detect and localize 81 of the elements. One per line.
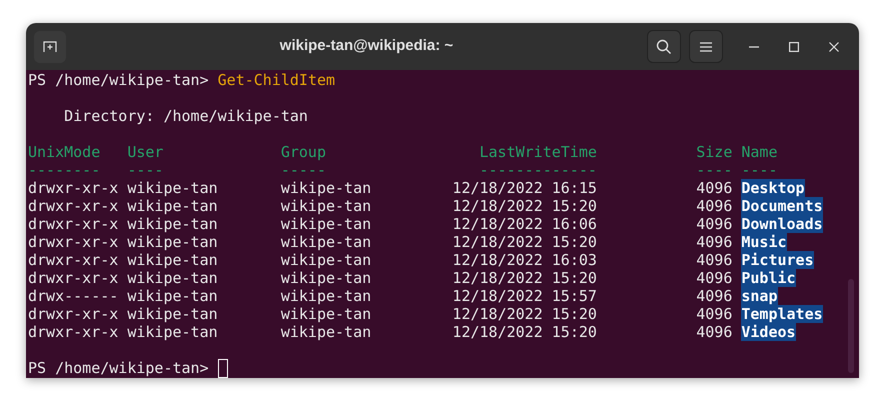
- table-cell: wikipe-tan: [127, 305, 218, 323]
- table-cell: wikipe-tan: [127, 215, 218, 233]
- table-cell: 4096: [696, 305, 732, 323]
- directory-name: Templates: [741, 305, 823, 323]
- column-header: UnixMode: [28, 143, 100, 161]
- table-cell: wikipe-tan: [127, 233, 218, 251]
- table-cell: drwxr-xr-x: [28, 197, 118, 215]
- table-cell: wikipe-tan: [280, 197, 372, 215]
- prompt: PS /home/wikipe-tan>: [28, 359, 209, 377]
- directory-name: Documents: [741, 197, 823, 215]
- table-cell: 12/18/2022 15:20: [452, 197, 597, 215]
- table-cell: wikipe-tan: [280, 215, 372, 233]
- directory-name: Public: [741, 269, 796, 287]
- directory-name: Downloads: [741, 215, 823, 233]
- table-cell: drwxr-xr-x: [28, 305, 118, 323]
- directory-line: Directory: /home/wikipe-tan: [64, 107, 308, 125]
- table-cell: wikipe-tan: [127, 251, 218, 269]
- table-cell: 12/18/2022 15:20: [452, 233, 597, 251]
- column-header: Size: [696, 143, 732, 161]
- table-cell: wikipe-tan: [280, 179, 372, 197]
- table-cell: drwxr-xr-x: [28, 215, 118, 233]
- table-cell: wikipe-tan: [127, 197, 218, 215]
- column-underline: ----: [696, 161, 732, 179]
- table-cell: drwx------: [28, 287, 118, 305]
- new-tab-icon: [43, 40, 57, 52]
- column-header: Name: [741, 143, 778, 161]
- table-cell: 12/18/2022 15:20: [452, 323, 597, 341]
- column-header: Group: [280, 143, 326, 161]
- table-cell: wikipe-tan: [127, 269, 218, 287]
- table-cell: wikipe-tan: [280, 269, 372, 287]
- column-underline: -----: [280, 161, 326, 179]
- table-cell: 12/18/2022 16:06: [452, 215, 597, 233]
- menu-button[interactable]: [689, 30, 723, 63]
- table-cell: 12/18/2022 16:03: [452, 251, 597, 269]
- table-cell: 4096: [696, 287, 732, 305]
- new-tab-button[interactable]: [34, 30, 66, 62]
- table-cell: wikipe-tan: [280, 305, 372, 323]
- table-cell: drwxr-xr-x: [28, 179, 118, 197]
- column-underline: ----: [127, 161, 164, 179]
- column-underline: -------------: [480, 161, 597, 179]
- cursor: [218, 358, 228, 378]
- table-cell: wikipe-tan: [280, 287, 372, 305]
- table-cell: 4096: [696, 215, 732, 233]
- table-cell: drwxr-xr-x: [28, 323, 118, 341]
- column-underline: --------: [28, 161, 100, 179]
- table-cell: 4096: [696, 269, 732, 287]
- prompt: PS /home/wikipe-tan>: [28, 71, 209, 89]
- directory-name: Music: [741, 233, 787, 251]
- table-cell: 4096: [696, 197, 732, 215]
- menu-icon: [700, 42, 712, 52]
- table-cell: 4096: [696, 233, 732, 251]
- table-cell: drwxr-xr-x: [28, 251, 118, 269]
- window-title: wikipe-tan@wikipedia: ~: [280, 36, 454, 56]
- table-cell: 4096: [696, 323, 732, 341]
- table-cell: 12/18/2022 15:57: [452, 287, 597, 305]
- table-cell: wikipe-tan: [280, 323, 372, 341]
- table-cell: 12/18/2022 15:20: [452, 305, 597, 323]
- column-underline: ----: [741, 161, 778, 179]
- table-cell: wikipe-tan: [127, 179, 218, 197]
- column-header: User: [127, 143, 164, 161]
- table-cell: wikipe-tan: [280, 233, 372, 251]
- table-cell: drwxr-xr-x: [28, 269, 118, 287]
- directory-name: Pictures: [741, 251, 814, 269]
- table-cell: wikipe-tan: [127, 323, 218, 341]
- table-cell: drwxr-xr-x: [28, 233, 118, 251]
- search-button[interactable]: [647, 30, 681, 63]
- directory-name: Videos: [741, 323, 796, 341]
- table-cell: 4096: [696, 179, 732, 197]
- table-cell: wikipe-tan: [127, 287, 218, 305]
- directory-name: snap: [741, 287, 778, 305]
- table-cell: wikipe-tan: [280, 251, 372, 269]
- column-header: LastWriteTime: [480, 143, 597, 161]
- table-cell: 12/18/2022 15:20: [452, 269, 597, 287]
- table-cell: 4096: [696, 251, 732, 269]
- close-icon: [829, 42, 839, 52]
- command: Get-ChildItem: [218, 71, 336, 89]
- table-cell: 12/18/2022 16:15: [452, 179, 597, 197]
- minimize-icon: [749, 46, 759, 48]
- search-icon: [656, 38, 672, 54]
- maximize-icon: [789, 42, 799, 52]
- directory-name: Desktop: [741, 179, 805, 197]
